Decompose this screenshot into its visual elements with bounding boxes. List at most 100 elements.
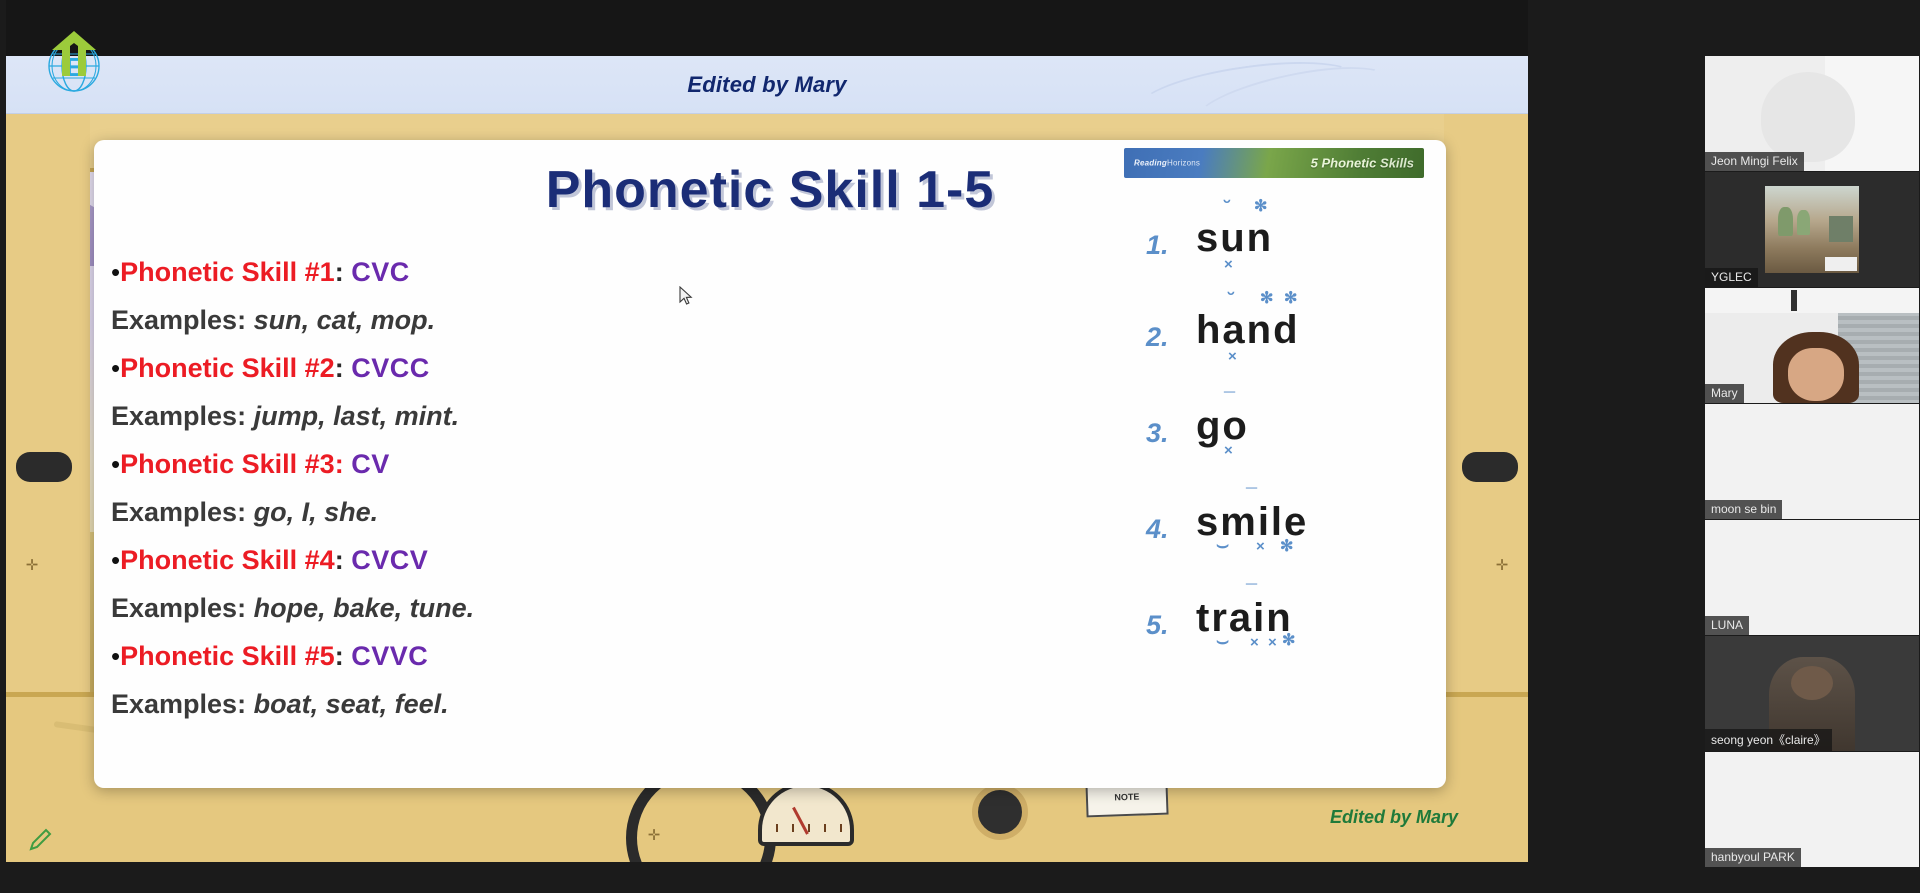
word-text-3: go [1196,404,1249,448]
examples-label-5: Examples: [111,689,247,719]
cross-mark-icon-1: × [1224,256,1233,273]
skill-colon-4: : [334,545,344,575]
bullet-line-1: •Phonetic Skill #1: CVC [111,248,1151,296]
star-mark-icon-2b: ✻ [1284,290,1298,307]
skill-label-2: Phonetic Skill #2 [120,353,335,383]
word-number-5: 5. [1146,610,1169,640]
skill-label-4: Phonetic Skill #4 [120,545,335,575]
skill-colon-2: : [334,353,344,383]
breve-mark-icon-1: ˘ [1224,198,1231,220]
participant-tile-6[interactable]: hanbyoul PARK [1705,752,1919,867]
examples-label-4: Examples: [111,593,247,623]
word-number-3: 3. [1146,418,1169,448]
document-header-title: Edited by Mary [687,71,847,97]
skill-code-3: CV [351,449,390,479]
screw-icon-left: ✛ [25,557,39,574]
mouse-cursor-icon [679,285,693,306]
examples-words-1: sun, cat, mop. [253,305,436,335]
banner-brand: ReadingHorizons [1134,159,1200,168]
participant-name-3: moon se bin [1705,500,1783,519]
bus-right-mirror [1462,452,1518,482]
cross-mark-icon-5a: × [1250,634,1259,651]
examples-words-5: boat, seat, feel. [253,689,449,719]
word-text-1: sun [1196,216,1274,260]
examples-line-5: Examples: boat, seat, feel. [111,680,1151,728]
skill-code-2: CVCC [351,353,430,383]
participant-name-6: hanbyoul PARK [1705,848,1801,867]
banner-title-number: 5 [1310,155,1318,171]
participant-tile-4[interactable]: LUNA [1705,520,1919,635]
skill-label-3: Phonetic Skill #3 [120,449,335,479]
examples-line-2: Examples: jump, last, mint. [111,392,1151,440]
cross-mark-icon-3: × [1224,442,1233,459]
participant-tile-2[interactable]: Mary [1705,288,1919,403]
examples-label-3: Examples: [111,497,247,527]
examples-words-4: hope, bake, tune. [253,593,475,623]
bullet-dot-5: • [111,641,121,671]
organization-logo-icon: E [38,26,110,98]
examples-line-4: Examples: hope, bake, tune. [111,584,1151,632]
smile-mark-icon-4: ⌣ [1216,534,1230,556]
participant-name-2: Mary [1705,384,1744,403]
bullet-line-4: •Phonetic Skill #4: CVCV [111,536,1151,584]
screw-icon-dash: ✛ [647,827,661,844]
star-mark-icon-2a: ✻ [1260,290,1274,307]
cross-mark-icon-4a: × [1256,538,1265,555]
cross-mark-icon-5b: × [1268,634,1277,651]
shared-screen-region[interactable]: Edited by Mary E ✛ ✛ ✛ NOTE Edited by Ma… [6,0,1528,862]
participant-filmstrip[interactable]: Jeon Mingi Felix YGLEC Mary moon se bin [1704,0,1920,893]
zoom-meeting-window: Edited by Mary E ✛ ✛ ✛ NOTE Edited by Ma… [0,0,1920,893]
word-text-2: hand [1196,308,1300,352]
slide-footer-credit: Edited by Mary [1329,807,1458,827]
phonetic-word-row-4: 4. smile ¯ ⌣ × ✻ [1124,484,1424,562]
dashboard-gauge [758,782,854,846]
participant-tile-3[interactable]: moon se bin [1705,404,1919,519]
participant-name-5: seong yeon《claire》 [1705,729,1832,751]
phonetic-word-row-2: 2. hand ˘ ✻ ✻ × [1124,290,1424,370]
phonetic-word-row-3: 3. go ¯ × [1124,388,1424,466]
skill-code-1: CVC [351,257,410,287]
star-mark-icon-4: ✻ [1280,538,1294,555]
examples-line-3: Examples: go, I, she. [111,488,1151,536]
bullet-dot-4: • [111,545,121,575]
participant-tile-5[interactable]: seong yeon《claire》 [1705,636,1919,751]
annotate-pen-icon[interactable] [26,826,54,854]
phonetic-word-row-1: 1. sun ˘ ✻ × [1124,198,1424,278]
participant-name-0: Jeon Mingi Felix [1705,152,1804,171]
skill-label-5: Phonetic Skill #5 [120,641,335,671]
banner-title-tail: Skills [1380,155,1414,171]
skill-colon-3: : [334,449,344,479]
gear-knob [972,784,1028,840]
macron-mark-icon-4: ¯ [1246,486,1258,508]
skill-code-5: CVVC [351,641,429,671]
star-mark-icon-1: ✻ [1254,198,1268,215]
participant-tile-1[interactable]: YGLEC [1705,172,1919,287]
examples-label-2: Examples: [111,401,247,431]
word-text-5: train [1196,596,1293,640]
examples-words-2: jump, last, mint. [253,401,460,431]
bullet-line-5: •Phonetic Skill #5: CVVC [111,632,1151,680]
bullet-dot-1: • [111,257,121,287]
star-mark-icon-5: ✻ [1282,632,1296,649]
examples-line-1: Examples: sun, cat, mop. [111,296,1151,344]
screw-icon-right: ✛ [1495,557,1509,574]
participant-tile-0[interactable]: Jeon Mingi Felix [1705,56,1919,171]
phonetic-skills-illustration: ReadingHorizons 5 Phonetic Skills 1. sun… [1124,140,1424,760]
examples-label-1: Examples: [111,305,247,335]
macron-mark-icon-3: ¯ [1224,390,1236,412]
bullet-dot-2: • [111,353,121,383]
presentation-slide: Phonetic Skill 1-5 •Phonetic Skill #1: C… [94,140,1446,788]
phonetic-word-row-5: 5. train ¯ ⌣ × × ✻ [1124,580,1424,658]
examples-words-3: go, I, she. [253,497,379,527]
bus-left-mirror [16,452,72,482]
skill-colon-5: : [334,641,344,671]
word-number-1: 1. [1146,230,1169,260]
participant-name-4: LUNA [1705,616,1750,635]
cross-mark-icon-2: × [1228,348,1237,365]
document-header-bar: Edited by Mary [6,50,1528,147]
skill-colon-1: : [334,257,344,287]
bullet-line-3: •Phonetic Skill #3: CV [111,440,1151,488]
word-number-4: 4. [1146,514,1169,544]
participant-name-1: YGLEC [1705,268,1758,287]
skill-code-4: CVCV [351,545,429,575]
